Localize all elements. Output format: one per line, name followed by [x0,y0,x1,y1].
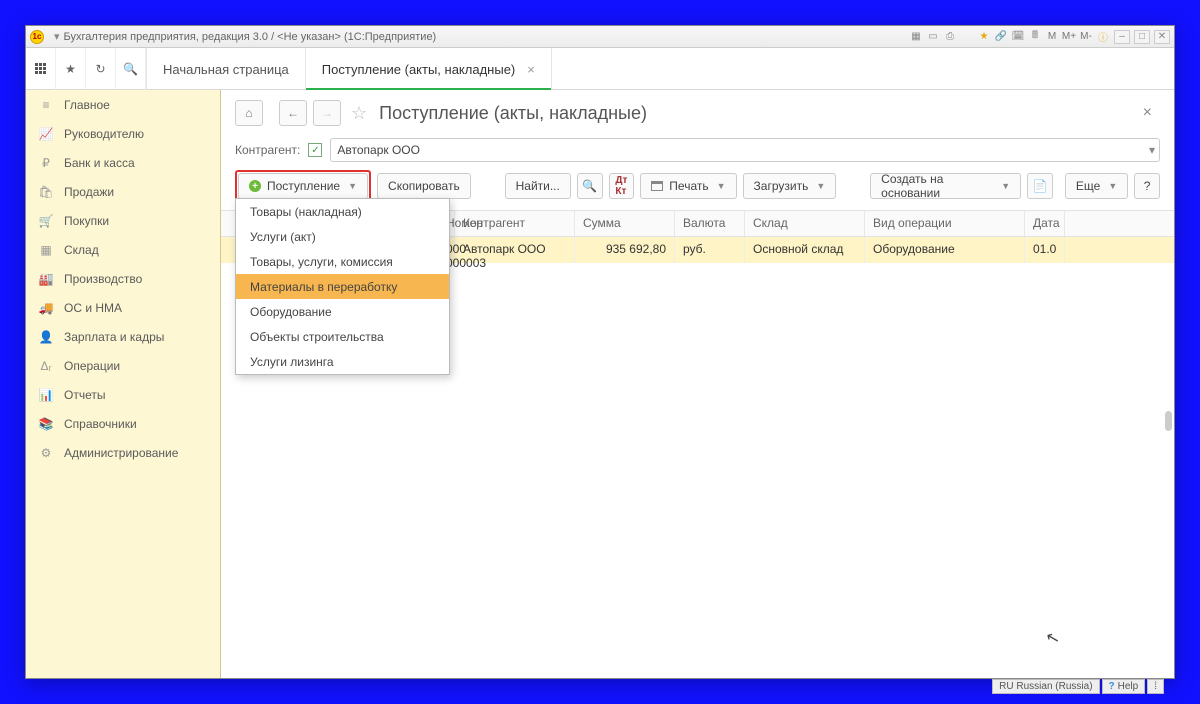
filter-checkbox[interactable]: ✓ [308,143,322,157]
star-icon[interactable]: ★ [977,30,991,44]
col-date[interactable]: Дата [1025,211,1065,236]
sys-icon[interactable]: ⎙ [943,30,957,44]
sidebar-item-warehouse[interactable]: ▦Склад [26,235,220,264]
sidebar-item-reports[interactable]: 📊Отчеты [26,380,220,409]
filter-label: Контрагент: [235,143,300,157]
chevron-down-icon[interactable]: ▾ [1149,143,1155,157]
col-currency[interactable]: Валюта [675,211,745,236]
sidebar-item-main[interactable]: ≡Главное [26,90,220,119]
m-plus-button[interactable]: M+ [1062,30,1076,44]
tab-close-icon[interactable]: × [527,62,535,77]
dropdown-item[interactable]: Товары (накладная) [236,199,449,224]
copy-button[interactable]: Скопировать [377,173,471,199]
load-button[interactable]: Загрузить▼ [743,173,837,199]
history-button[interactable]: ↻ [86,48,116,90]
attach-button[interactable]: 📄 [1027,173,1053,199]
chevron-down-icon: ▼ [348,181,357,191]
language-indicator[interactable]: RU Russian (Russia) [992,679,1099,694]
sidebar-item-admin[interactable]: ⚙Администрирование [26,438,220,467]
menu-icon: ≡ [38,98,54,112]
col-sum[interactable]: Сумма [575,211,675,236]
tab-home[interactable]: Начальная страница [147,48,306,90]
home-button[interactable]: ⌂ [235,100,263,126]
col-counterparty[interactable]: Контрагент [455,211,575,236]
page-title: Поступление (акты, накладные) [379,103,647,124]
sidebar: ≡Главное 📈Руководителю ₽Банк и касса 🛍Пр… [26,90,221,678]
gear-icon: ⚙ [38,446,54,460]
status-bar: RU Russian (Russia) ?Help ⁞ [992,679,1164,694]
person-icon: 👤 [38,330,54,344]
sys-icon[interactable]: 🗓 [1011,30,1025,44]
close-button[interactable]: ✕ [1154,30,1170,44]
dtk-button[interactable]: ДтКт [609,173,635,199]
tab-receipts[interactable]: Поступление (акты, накладные) × [306,48,552,90]
sys-icon[interactable]: ▭ [926,30,940,44]
favorite-icon[interactable]: ☆ [351,103,367,124]
sidebar-item-purchase[interactable]: 🛒Покупки [26,206,220,235]
status-menu[interactable]: ⁞ [1147,679,1164,694]
col-operation[interactable]: Вид операции [865,211,1025,236]
cart-icon: 🛒 [38,214,54,228]
titlebar: 1c ▾ Бухгалтерия предприятия, редакция 3… [26,26,1174,48]
maximize-button[interactable]: □ [1134,30,1150,44]
sidebar-item-payroll[interactable]: 👤Зарплата и кадры [26,322,220,351]
minimize-button[interactable]: – [1114,30,1130,44]
ops-icon: Δᵣ [38,359,54,373]
col-warehouse[interactable]: Склад [745,211,865,236]
find-button[interactable]: Найти... [505,173,571,199]
print-button[interactable]: Печать▼ [640,173,736,199]
bag-icon: 🛍 [38,185,54,199]
help-indicator[interactable]: ?Help [1102,679,1146,694]
sys-icon[interactable] [960,30,974,44]
counterparty-input[interactable]: Автопарк ООО ▾ [330,138,1160,162]
forward-button[interactable]: → [313,100,341,126]
sidebar-item-catalogs[interactable]: 📚Справочники [26,409,220,438]
dropdown-item[interactable]: Товары, услуги, комиссия [236,249,449,274]
dropdown-item[interactable]: Материалы в переработку [236,274,449,299]
sidebar-item-bank[interactable]: ₽Банк и касса [26,148,220,177]
clear-filter-button[interactable]: 🔍 [577,173,603,199]
dropdown-item[interactable]: Объекты строительства [236,324,449,349]
help-button[interactable]: ? [1134,173,1160,199]
sidebar-item-operations[interactable]: ΔᵣОперации [26,351,220,380]
bar-icon: 📊 [38,388,54,402]
ruble-icon: ₽ [38,156,54,170]
m-button[interactable]: M [1045,30,1059,44]
favorite-button[interactable]: ★ [56,48,86,90]
sidebar-item-manager[interactable]: 📈Руководителю [26,119,220,148]
m-minus-button[interactable]: M- [1079,30,1093,44]
window-title: Бухгалтерия предприятия, редакция 3.0 / … [64,31,437,43]
more-button[interactable]: Еще▼ [1065,173,1128,199]
books-icon: 📚 [38,417,54,431]
tabstrip: ★ ↻ 🔍 Начальная страница Поступление (ак… [26,48,1174,90]
app-logo: 1c [30,30,44,44]
sidebar-item-assets[interactable]: 🚚ОС и НМА [26,293,220,322]
chart-icon: 📈 [38,127,54,141]
search-button[interactable]: 🔍 [116,48,146,90]
truck-icon: 🚚 [38,301,54,315]
sys-icon[interactable]: 🔗 [994,30,1008,44]
dropdown-item[interactable]: Оборудование [236,299,449,324]
boxes-icon: ▦ [38,243,54,257]
sidebar-item-sales[interactable]: 🛍Продажи [26,177,220,206]
scrollbar-thumb[interactable] [1165,411,1172,431]
back-button[interactable]: ← [279,100,307,126]
printer-icon [651,181,663,191]
create-receipt-button[interactable]: + Поступление ▼ [238,173,368,199]
dropdown-icon[interactable]: ▾ [54,30,60,43]
info-icon[interactable]: ⓘ [1096,30,1110,44]
apps-button[interactable] [26,48,56,90]
dropdown-item[interactable]: Услуги лизинга [236,349,449,374]
page-close-button[interactable]: × [1143,104,1152,122]
sidebar-item-production[interactable]: 🏭Производство [26,264,220,293]
dropdown-item[interactable]: Услуги (акт) [236,224,449,249]
sys-icon[interactable]: ▦ [909,30,923,44]
plus-icon: + [249,180,261,192]
create-based-button[interactable]: Создать на основании▼ [870,173,1021,199]
factory-icon: 🏭 [38,272,54,286]
sys-icon[interactable]: 🖩 [1028,30,1042,44]
receipt-type-dropdown: Товары (накладная) Услуги (акт) Товары, … [235,198,450,375]
